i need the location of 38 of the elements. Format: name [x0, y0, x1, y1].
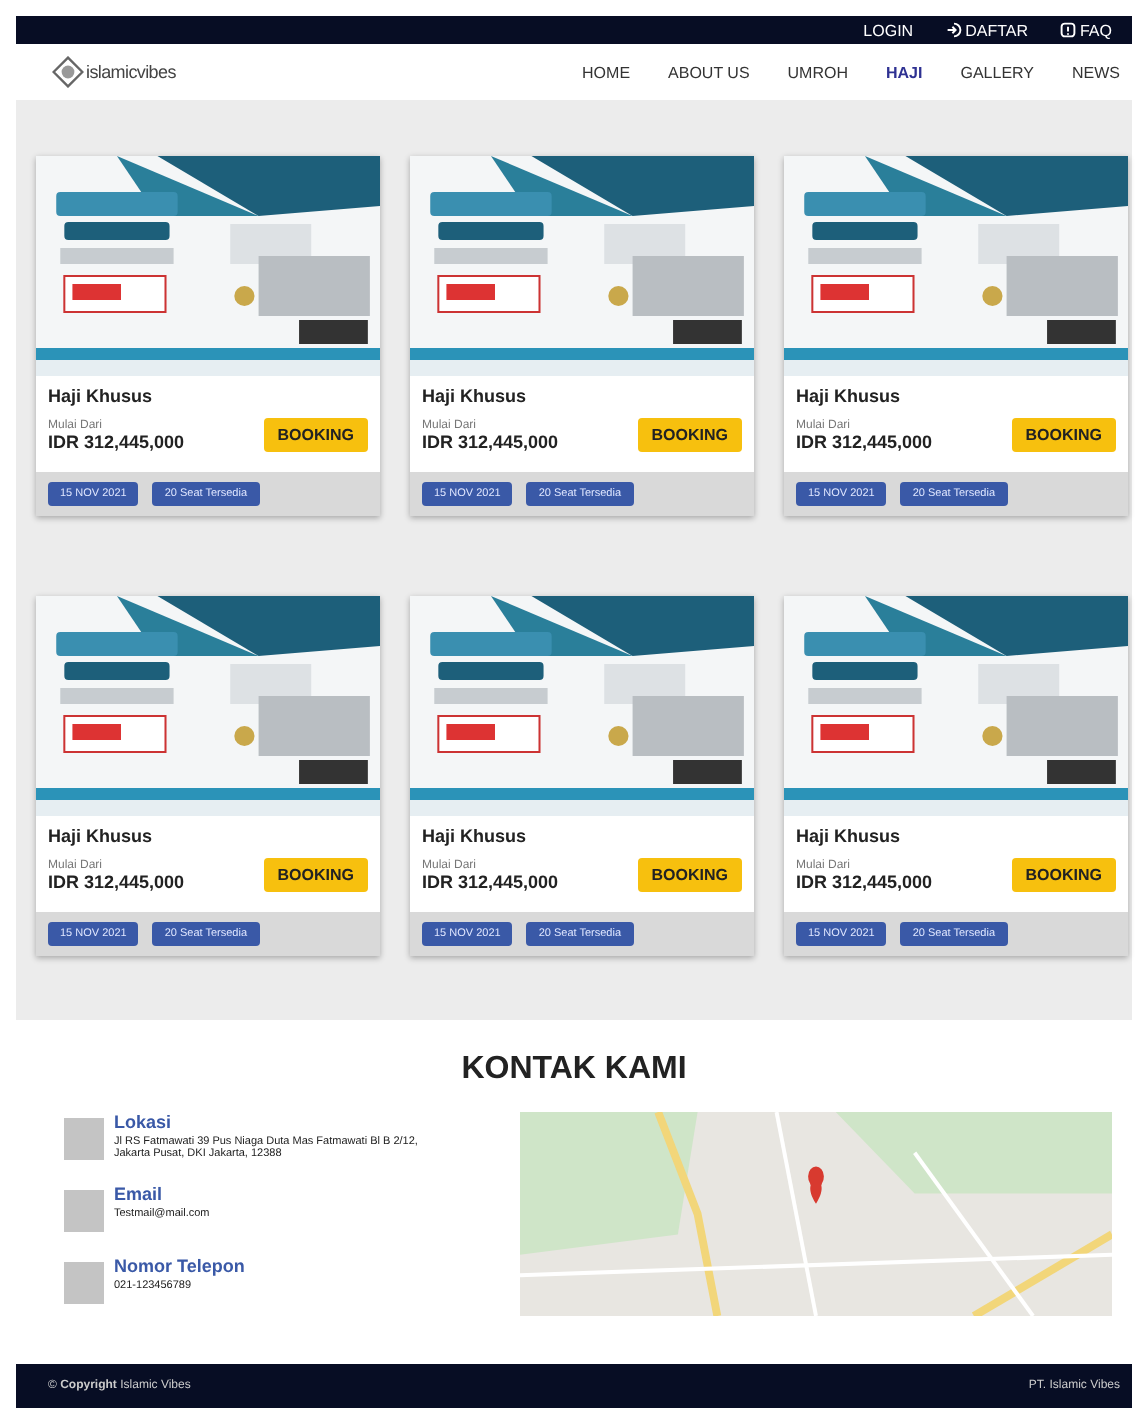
- contact-heading: Email: [114, 1184, 165, 1204]
- nav-link[interactable]: GALLERY: [960, 63, 1034, 81]
- booking-button[interactable]: BOOKING: [1011, 418, 1116, 452]
- top-link[interactable]: DAFTAR: [945, 21, 1028, 39]
- login-icon: [945, 22, 962, 38]
- section-title: KONTAK KAMI: [459, 1052, 689, 1088]
- nav-link[interactable]: NEWS: [1072, 63, 1120, 81]
- booking-button[interactable]: BOOKING: [263, 418, 368, 452]
- nav-link[interactable]: ABOUT US: [668, 63, 750, 81]
- price-text: IDR 312,445,000: [796, 872, 933, 892]
- package-title: Haji Khusus: [796, 826, 903, 846]
- booking-button[interactable]: BOOKING: [263, 858, 368, 892]
- price-text: IDR 312,445,000: [48, 872, 185, 892]
- contact-icon: [64, 1190, 104, 1232]
- package-title: Haji Khusus: [48, 826, 155, 846]
- contact-icon: [64, 1118, 104, 1160]
- booking-button[interactable]: BOOKING: [637, 418, 742, 452]
- logo-icon: [52, 56, 84, 88]
- nav-link[interactable]: HAJI: [886, 63, 923, 81]
- price-text: IDR 312,445,000: [48, 432, 185, 452]
- package-title: Haji Khusus: [422, 386, 529, 406]
- package-title: Haji Khusus: [796, 386, 903, 406]
- info-icon: [1059, 22, 1076, 38]
- package-title: Haji Khusus: [48, 386, 155, 406]
- package-title: Haji Khusus: [422, 826, 529, 846]
- contact-heading: Nomor Telepon: [114, 1256, 247, 1276]
- booking-button[interactable]: BOOKING: [637, 858, 742, 892]
- logo-text[interactable]: islamicvibes: [86, 62, 176, 82]
- price-text: IDR 312,445,000: [422, 432, 559, 452]
- top-link[interactable]: LOGIN: [863, 21, 914, 39]
- price-text: IDR 312,445,000: [796, 432, 933, 452]
- booking-button[interactable]: BOOKING: [1011, 858, 1116, 892]
- price-text: IDR 312,445,000: [422, 872, 559, 892]
- contact-icon: [64, 1262, 104, 1304]
- contact-heading: Lokasi: [114, 1112, 174, 1132]
- top-link[interactable]: FAQ: [1059, 21, 1112, 39]
- nav-link[interactable]: HOME: [582, 63, 631, 81]
- nav-link[interactable]: UMROH: [787, 63, 848, 81]
